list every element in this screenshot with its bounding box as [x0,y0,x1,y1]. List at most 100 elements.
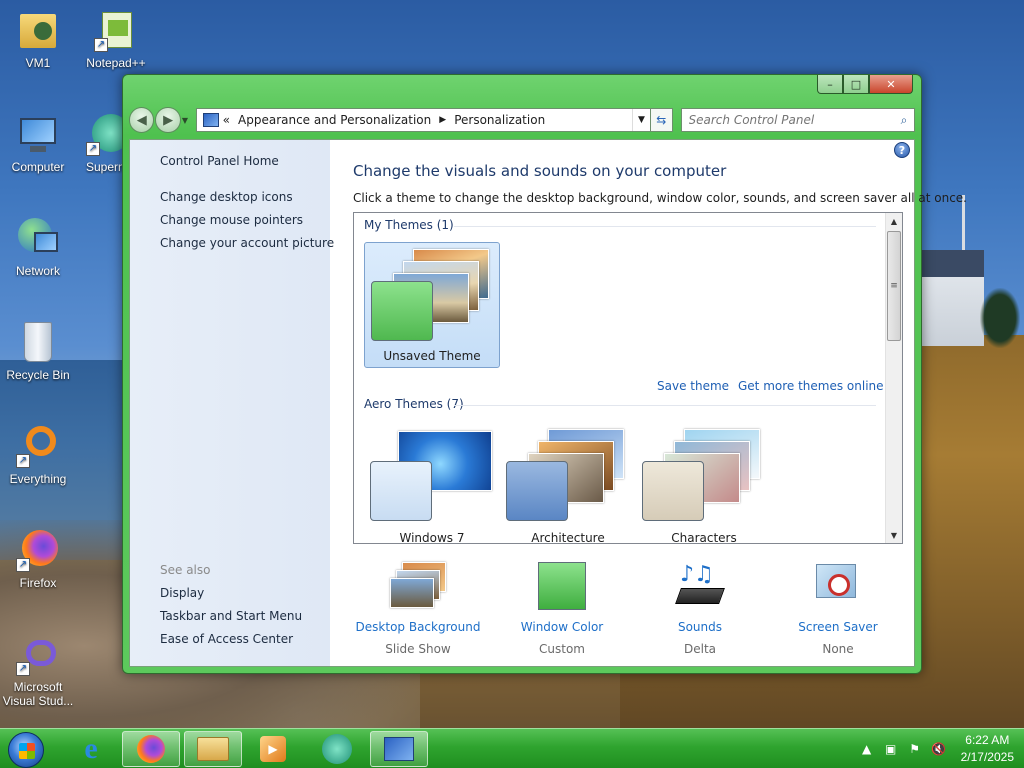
action-center-flag-icon[interactable]: ⚑ [907,741,923,757]
taskbar-firefox[interactable] [122,731,180,767]
desktop-icon-firefox[interactable]: ↗ Firefox [0,528,78,590]
desktop-icon-label: Recycle Bin [6,368,70,382]
breadcrumb-appearance[interactable]: Appearance and Personalization [238,113,431,127]
close-button[interactable]: ✕ [869,75,913,94]
search-box[interactable]: ⌕ [680,108,916,132]
control-panel-icon [202,113,219,127]
desktop-icon-notepadpp[interactable]: ↗ Notepad++ [76,8,156,70]
address-chevrons[interactable]: « [223,113,230,127]
back-arrow-icon: ◀ [136,112,147,128]
display-link[interactable]: Display [160,586,204,600]
screen-saver-icon [810,562,866,614]
theme-windows-7[interactable]: Windows 7 [364,423,500,544]
breadcrumb-separator-icon[interactable]: ▶ [439,115,446,125]
scroll-thumb[interactable]: ≡ [887,231,901,341]
folder-icon [197,737,229,761]
shortcut-arrow-icon: ↗ [16,662,30,676]
recent-pages-dropdown[interactable]: ▼ [182,116,192,125]
desktop-icon-vm1[interactable]: VM1 [0,8,78,70]
theme-characters[interactable]: Characters [636,423,772,543]
forward-button[interactable]: ▶ [155,107,181,133]
taskbar-media-player[interactable]: ▶ [244,731,302,767]
window-color-link[interactable]: Window Color [492,620,632,634]
desktop-icon-network[interactable]: Network [0,216,78,278]
caption-buttons: – □ ✕ [817,75,913,95]
ease-of-access-link[interactable]: Ease of Access Center [160,632,293,646]
themes-list[interactable]: My Themes (1) Unsaved Theme Save theme G… [353,212,903,544]
system-tray: ▲ ▣ ⚑ 🔇 6:22 AM 2/17/2025 [851,729,1014,768]
notepadpp-icon: ↗ [94,8,138,52]
sounds-link[interactable]: Sounds [630,620,770,634]
desktop-icon-label: Everything [9,472,67,486]
visual-studio-icon: ↗ [16,632,60,676]
theme-label: Windows 7 [399,531,465,544]
everything-search-icon: ↗ [16,424,60,468]
desktop-icon-recycle-bin[interactable]: Recycle Bin [0,320,78,382]
sounds-setting[interactable]: ♪♫ Sounds Delta [630,562,770,656]
window-color-setting[interactable]: Window Color Custom [492,562,632,656]
start-button[interactable] [8,732,44,768]
theme-color-swatch [370,461,432,521]
clock[interactable]: 6:22 AM 2/17/2025 [961,732,1014,766]
internet-explorer-icon: e [84,732,98,765]
navigation-bar: ◀ ▶ ▼ « Appearance and Personalization ▶… [129,105,916,135]
network-icon [16,216,60,260]
refresh-icon: ⇆ [656,113,667,127]
desktop-background-setting[interactable]: Desktop Background Slide Show [348,562,488,656]
desktop-icon-everything[interactable]: ↗ Everything [0,424,78,486]
main-pane: ? Change the visuals and sounds on your … [330,140,967,666]
screen-saver-setting[interactable]: Screen Saver None [768,562,908,656]
change-desktop-icons-link[interactable]: Change desktop icons [160,190,293,204]
get-more-themes-link[interactable]: Get more themes online [738,379,884,393]
theme-color-swatch [642,461,704,521]
network-status-icon[interactable]: ▣ [883,741,899,757]
desktop-icon-supern[interactable]: ↗ Supern [76,112,126,174]
change-account-picture-link[interactable]: Change your account picture [160,236,334,250]
taskbar-file-explorer[interactable] [184,731,242,767]
divider [454,405,876,406]
taskbar-app[interactable] [308,731,366,767]
search-input[interactable] [681,113,895,127]
personalization-window: – □ ✕ ◀ ▶ ▼ « Appearance and Personaliza… [122,74,967,674]
help-icon[interactable]: ? [894,142,910,158]
page-subtitle: Click a theme to change the desktop back… [353,191,967,205]
desktop-background-icon [390,562,446,614]
control-panel-home-link[interactable]: Control Panel Home [160,154,279,168]
breadcrumb-personalization[interactable]: Personalization [454,113,545,127]
volume-muted-icon[interactable]: 🔇 [931,741,947,757]
clock-date: 2/17/2025 [960,750,1014,764]
themes-scrollbar[interactable]: ▲ ≡ ▼ [885,213,902,543]
taskbar-control-panel[interactable] [370,731,428,767]
search-icon[interactable]: ⌕ [894,113,914,128]
address-bar[interactable]: « Appearance and Personalization ▶ Perso… [195,108,651,132]
address-dropdown-icon[interactable]: ▼ [632,109,650,131]
taskbar: e ▶ ▲ ▣ ⚑ 🔇 6:22 AM 2/17/2025 [0,728,1024,768]
refresh-button[interactable]: ⇆ [651,108,673,132]
show-hidden-icons-icon[interactable]: ▲ [859,741,875,757]
taskbar-internet-explorer[interactable]: e [62,731,120,767]
desktop-icon-label: Network [15,264,60,278]
theme-unsaved[interactable]: Unsaved Theme [364,242,500,368]
theme-label: Unsaved Theme [383,349,481,363]
forward-arrow-icon: ▶ [163,112,174,128]
desktop-icon-visual-studio[interactable]: ↗ Microsoft Visual Stud... [0,632,78,708]
theme-color-swatch [371,281,433,341]
window-color-icon [534,562,590,614]
firefox-icon: ↗ [16,528,60,572]
theme-architecture[interactable]: Architecture [500,423,636,543]
screen-saver-link[interactable]: Screen Saver [768,620,908,634]
control-panel-icon [384,737,414,761]
scroll-up-icon[interactable]: ▲ [886,213,902,229]
save-theme-link[interactable]: Save theme [657,379,729,393]
minimize-button[interactable]: – [817,75,843,94]
maximize-button[interactable]: □ [843,75,869,94]
desktop-icon-computer[interactable]: Computer [0,112,78,174]
back-button[interactable]: ◀ [129,107,155,133]
taskbar-start-menu-link[interactable]: Taskbar and Start Menu [160,609,302,623]
desktop-icon-label: Supern [86,160,125,174]
change-mouse-pointers-link[interactable]: Change mouse pointers [160,213,303,227]
desktop-background-link[interactable]: Desktop Background [348,620,488,634]
scroll-down-icon[interactable]: ▼ [886,527,902,543]
firefox-icon [137,735,165,763]
computer-icon [16,112,60,156]
